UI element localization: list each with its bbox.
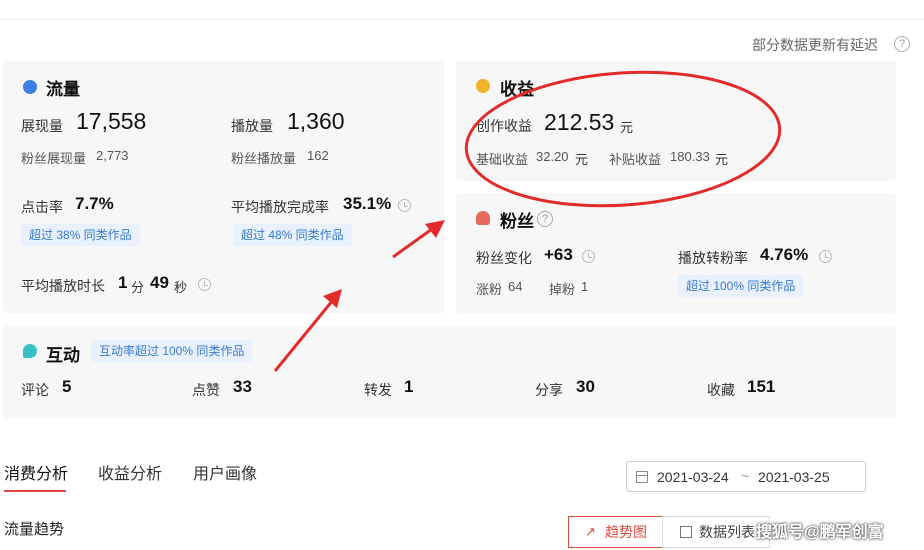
annotation-arrow <box>392 220 445 259</box>
annotation-overlay <box>273 70 782 372</box>
annotation-arrow <box>273 289 342 372</box>
annotation-ellipse <box>464 70 782 208</box>
